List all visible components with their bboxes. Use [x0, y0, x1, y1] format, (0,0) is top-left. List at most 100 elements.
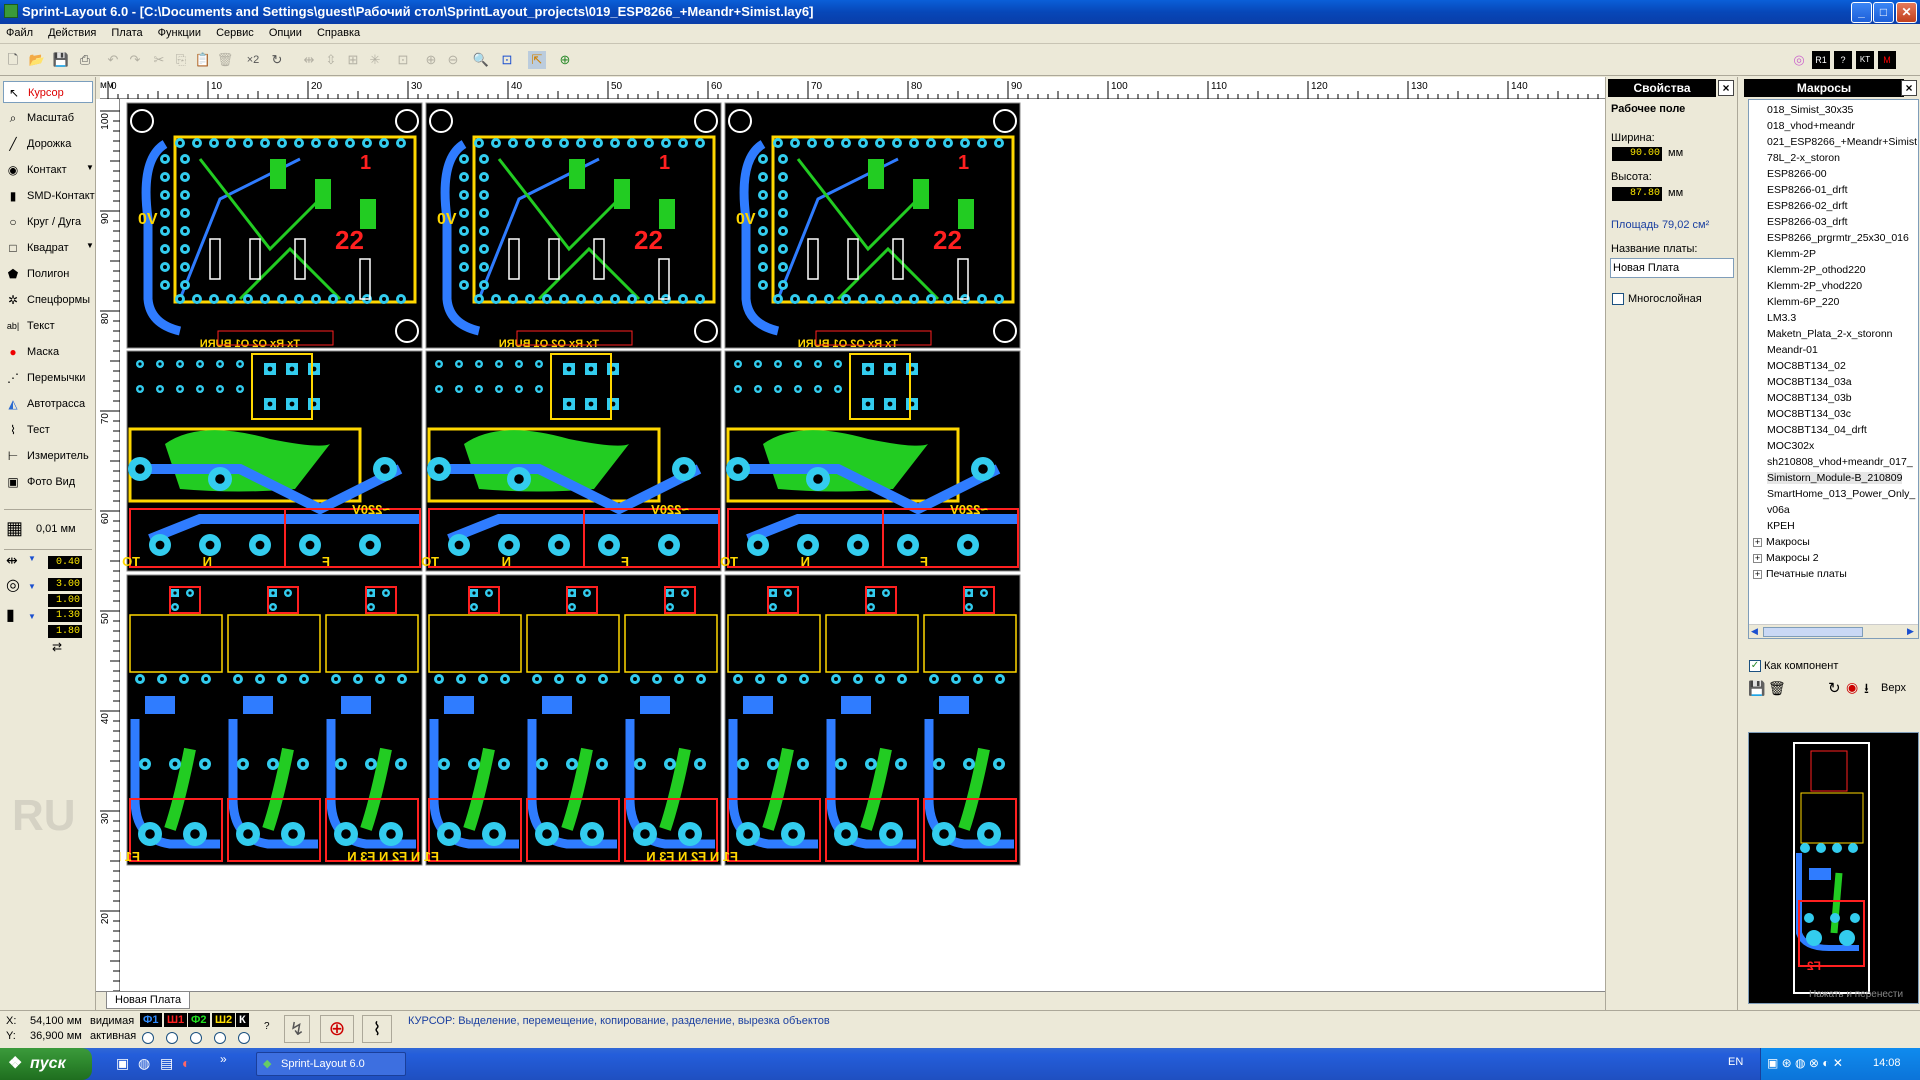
crosshair-icon[interactable]: ⊕: [320, 1015, 354, 1043]
taskbar-app-button[interactable]: ◆ Sprint-Layout 6.0: [256, 1052, 406, 1076]
tool-polygon[interactable]: ⬟ Полигон: [3, 263, 93, 285]
macro-item[interactable]: MOC8BT134_02: [1767, 360, 1846, 372]
mirror-v-icon[interactable]: ⇳: [322, 51, 340, 69]
macro-item[interactable]: MOC8BT134_04_drft: [1767, 424, 1867, 436]
macro-preview[interactable]: F2 Нажать и перенести: [1748, 732, 1919, 1004]
app-icon[interactable]: [4, 4, 18, 18]
width-input[interactable]: 90.00: [1612, 147, 1662, 161]
menu-service[interactable]: Сервис: [210, 24, 260, 39]
explorer-icon[interactable]: ▤: [160, 1055, 173, 1072]
dropdown-arrow-icon[interactable]: ▼: [28, 612, 36, 621]
layer-bottom-icon[interactable]: ◉: [1846, 679, 1858, 696]
board-canvas[interactable]: 22 1 0V Tx Rx O2 O1 BURN 22 1 0V Tx Rx O2 O1 BU…: [48, 99, 1605, 991]
macro-item[interactable]: ESP8266-01_drft: [1767, 184, 1848, 196]
menu-help[interactable]: Справка: [311, 24, 366, 39]
macro-item[interactable]: MOC8BT134_03b: [1767, 392, 1852, 404]
duplicate-icon[interactable]: ×2: [242, 51, 264, 69]
menu-actions[interactable]: Действия: [42, 24, 102, 39]
height-input[interactable]: 87.80: [1612, 187, 1662, 201]
layer-toggle[interactable]: Ш1: [164, 1013, 188, 1027]
horizontal-scrollbar[interactable]: ◀ ▶: [1749, 624, 1918, 638]
connection-tool-icon[interactable]: ↯: [284, 1015, 310, 1043]
as-component-checkbox[interactable]: ✓: [1749, 660, 1761, 672]
tray-icons[interactable]: ▣ ⊛ ◍ ⊗ ◐ ✕: [1767, 1056, 1843, 1070]
close-button[interactable]: ✕: [1896, 2, 1917, 23]
snap-icon[interactable]: ✳: [366, 51, 384, 69]
macro-folder[interactable]: + Макросы 2: [1753, 552, 1819, 564]
delete-icon[interactable]: 🗑: [216, 51, 234, 69]
start-button[interactable]: ❖ пуск: [0, 1048, 92, 1080]
r1-icon[interactable]: R1: [1812, 51, 1830, 69]
rotate-macro-icon[interactable]: ↻: [1828, 679, 1841, 697]
macro-item[interactable]: LM3.3: [1767, 312, 1796, 324]
board-name-input[interactable]: Новая Плата: [1610, 258, 1734, 278]
paste-icon[interactable]: 📋: [194, 51, 212, 69]
smd-height-input[interactable]: 1.80: [48, 625, 82, 638]
macro-folder[interactable]: + Печатные платы: [1753, 568, 1847, 580]
macro-item[interactable]: 78L_2-x_storon: [1767, 152, 1840, 164]
pad-inner-input[interactable]: 1.00: [48, 594, 82, 607]
tool-photo-view[interactable]: ▣ Фото Вид: [3, 471, 93, 493]
browser-icon[interactable]: ◍: [138, 1055, 150, 1072]
tool-cursor[interactable]: ↖ Курсор: [3, 81, 93, 103]
lock-icon[interactable]: ⊕: [422, 51, 440, 69]
expand-icon[interactable]: +: [1753, 554, 1762, 563]
undo-icon[interactable]: ↶: [104, 51, 122, 69]
macro-item[interactable]: 021_ESP8266_+Meandr+Simist: [1767, 136, 1917, 148]
scroll-thumb[interactable]: [1763, 627, 1863, 637]
maximize-button[interactable]: □: [1873, 2, 1894, 23]
tool-measure[interactable]: ⊢ Измеритель: [3, 445, 93, 467]
macro-item[interactable]: Klemm-2P: [1767, 248, 1816, 260]
print-icon[interactable]: ⎙: [76, 51, 94, 69]
tool-special-forms[interactable]: ✲ Спецформы: [3, 289, 93, 311]
layer-toggle[interactable]: Ф2: [188, 1013, 210, 1027]
grid-size-label[interactable]: 0,01 мм: [36, 523, 76, 535]
close-icon[interactable]: ×: [1901, 80, 1917, 96]
zoom-all-icon[interactable]: ⊕: [556, 51, 574, 69]
macro-item[interactable]: 018_Simist_30x35: [1767, 104, 1853, 116]
grid-icon[interactable]: ▦: [6, 519, 26, 539]
macro-item[interactable]: MOC8BT134_03a: [1767, 376, 1852, 388]
desktop-icon[interactable]: ▣: [116, 1055, 129, 1072]
pad-outer-input[interactable]: 3.00: [48, 578, 82, 591]
tool-mask[interactable]: ● Маска: [3, 341, 93, 363]
drc-icon[interactable]: ?: [1834, 51, 1852, 69]
track-width-input[interactable]: 0.40: [48, 556, 82, 569]
menu-file[interactable]: Файл: [0, 24, 39, 39]
new-file-icon[interactable]: 🗋: [4, 51, 22, 69]
macro-item[interactable]: sh210808_vhod+meandr_017_: [1767, 456, 1913, 468]
layer-toggle[interactable]: Ф1: [140, 1013, 162, 1027]
mirror-h-icon[interactable]: ⇹: [300, 51, 318, 69]
tool-test[interactable]: ⌇ Тест: [3, 419, 93, 441]
rubberband-icon[interactable]: ⌇: [362, 1015, 392, 1043]
macro-item[interactable]: MOC8BT134_03c: [1767, 408, 1851, 420]
macro-item[interactable]: ESP8266-00: [1767, 168, 1827, 180]
macro-folder[interactable]: + Макросы: [1753, 536, 1810, 548]
multilayer-checkbox[interactable]: [1612, 293, 1624, 305]
macro-item[interactable]: MOC302x: [1767, 440, 1814, 452]
expand-icon[interactable]: +: [1753, 570, 1762, 579]
layer-active-radio[interactable]: [190, 1032, 202, 1044]
overflow-icon[interactable]: »: [220, 1052, 227, 1066]
redo-icon[interactable]: ↷: [126, 51, 144, 69]
layer-toggle[interactable]: К: [236, 1013, 249, 1027]
macro-item[interactable]: Klemm-2P_othod220: [1767, 264, 1866, 276]
layer-active-radio[interactable]: [238, 1032, 250, 1044]
tool-jumper[interactable]: ⋰ Перемычки: [3, 367, 93, 389]
macro-item[interactable]: Klemm-2P_vhod220: [1767, 280, 1862, 292]
layer-active-radio[interactable]: [166, 1032, 178, 1044]
layer-active-radio[interactable]: [142, 1032, 154, 1044]
zoom-objects-icon[interactable]: ⇱: [528, 51, 546, 69]
dropdown-arrow-icon[interactable]: ▼: [86, 241, 94, 250]
tool-circle[interactable]: ○ Круг / Дуга: [3, 211, 93, 233]
tool-track[interactable]: ╱ Дорожка: [3, 133, 93, 155]
macro-item[interactable]: v06a: [1767, 504, 1790, 516]
tool-zoom[interactable]: ⌕ Масштаб: [3, 107, 93, 129]
align-icon[interactable]: ⊞: [344, 51, 362, 69]
app-launcher-icon[interactable]: ◐: [182, 1055, 190, 1071]
swap-icon[interactable]: ⇄: [52, 640, 62, 654]
kt-icon[interactable]: KT: [1856, 51, 1874, 69]
tool-square[interactable]: □ Квадрат ▼: [3, 237, 94, 259]
help-marker[interactable]: ?: [264, 1021, 270, 1032]
macro-item[interactable]: КРЕН: [1767, 520, 1795, 532]
